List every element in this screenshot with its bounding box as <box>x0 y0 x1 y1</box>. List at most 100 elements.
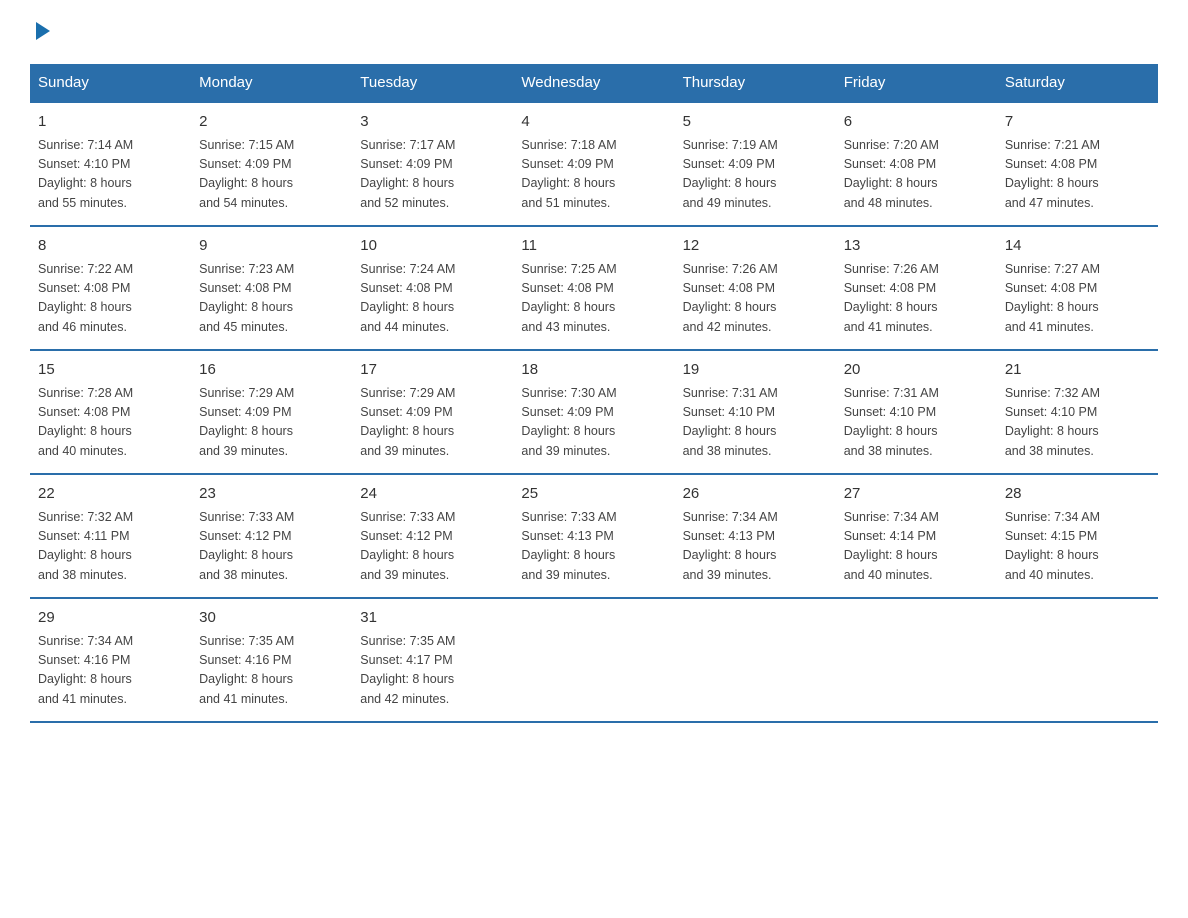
week-row-3: 15Sunrise: 7:28 AMSunset: 4:08 PMDayligh… <box>30 350 1158 474</box>
day-number: 23 <box>199 483 344 506</box>
day-number: 15 <box>38 359 183 382</box>
day-cell <box>675 598 836 722</box>
day-number: 14 <box>1005 235 1150 258</box>
day-number: 13 <box>844 235 989 258</box>
day-info: Sunrise: 7:26 AMSunset: 4:08 PMDaylight:… <box>844 260 989 338</box>
day-number: 29 <box>38 607 183 630</box>
header-cell-wednesday: Wednesday <box>513 64 674 102</box>
day-info: Sunrise: 7:34 AMSunset: 4:14 PMDaylight:… <box>844 508 989 586</box>
day-number: 19 <box>683 359 828 382</box>
day-cell: 21Sunrise: 7:32 AMSunset: 4:10 PMDayligh… <box>997 350 1158 474</box>
day-info: Sunrise: 7:35 AMSunset: 4:16 PMDaylight:… <box>199 632 344 710</box>
day-number: 8 <box>38 235 183 258</box>
day-number: 17 <box>360 359 505 382</box>
day-info: Sunrise: 7:24 AMSunset: 4:08 PMDaylight:… <box>360 260 505 338</box>
week-row-1: 1Sunrise: 7:14 AMSunset: 4:10 PMDaylight… <box>30 102 1158 226</box>
day-number: 30 <box>199 607 344 630</box>
day-cell: 8Sunrise: 7:22 AMSunset: 4:08 PMDaylight… <box>30 226 191 350</box>
day-cell: 2Sunrise: 7:15 AMSunset: 4:09 PMDaylight… <box>191 102 352 226</box>
day-number: 6 <box>844 111 989 134</box>
day-cell: 16Sunrise: 7:29 AMSunset: 4:09 PMDayligh… <box>191 350 352 474</box>
day-number: 4 <box>521 111 666 134</box>
day-cell: 22Sunrise: 7:32 AMSunset: 4:11 PMDayligh… <box>30 474 191 598</box>
day-cell: 19Sunrise: 7:31 AMSunset: 4:10 PMDayligh… <box>675 350 836 474</box>
day-cell: 17Sunrise: 7:29 AMSunset: 4:09 PMDayligh… <box>352 350 513 474</box>
calendar-table: SundayMondayTuesdayWednesdayThursdayFrid… <box>30 64 1158 723</box>
day-cell: 1Sunrise: 7:14 AMSunset: 4:10 PMDaylight… <box>30 102 191 226</box>
logo <box>30 20 66 46</box>
day-number: 18 <box>521 359 666 382</box>
day-info: Sunrise: 7:34 AMSunset: 4:13 PMDaylight:… <box>683 508 828 586</box>
day-cell: 6Sunrise: 7:20 AMSunset: 4:08 PMDaylight… <box>836 102 997 226</box>
day-info: Sunrise: 7:34 AMSunset: 4:16 PMDaylight:… <box>38 632 183 710</box>
header-cell-saturday: Saturday <box>997 64 1158 102</box>
day-cell: 20Sunrise: 7:31 AMSunset: 4:10 PMDayligh… <box>836 350 997 474</box>
day-info: Sunrise: 7:31 AMSunset: 4:10 PMDaylight:… <box>683 384 828 462</box>
day-number: 24 <box>360 483 505 506</box>
day-info: Sunrise: 7:14 AMSunset: 4:10 PMDaylight:… <box>38 136 183 214</box>
day-info: Sunrise: 7:34 AMSunset: 4:15 PMDaylight:… <box>1005 508 1150 586</box>
day-number: 27 <box>844 483 989 506</box>
day-info: Sunrise: 7:21 AMSunset: 4:08 PMDaylight:… <box>1005 136 1150 214</box>
day-info: Sunrise: 7:28 AMSunset: 4:08 PMDaylight:… <box>38 384 183 462</box>
day-cell: 4Sunrise: 7:18 AMSunset: 4:09 PMDaylight… <box>513 102 674 226</box>
day-number: 31 <box>360 607 505 630</box>
header-cell-monday: Monday <box>191 64 352 102</box>
day-info: Sunrise: 7:33 AMSunset: 4:12 PMDaylight:… <box>199 508 344 586</box>
day-number: 21 <box>1005 359 1150 382</box>
day-cell: 30Sunrise: 7:35 AMSunset: 4:16 PMDayligh… <box>191 598 352 722</box>
day-number: 26 <box>683 483 828 506</box>
day-info: Sunrise: 7:15 AMSunset: 4:09 PMDaylight:… <box>199 136 344 214</box>
day-info: Sunrise: 7:22 AMSunset: 4:08 PMDaylight:… <box>38 260 183 338</box>
day-info: Sunrise: 7:33 AMSunset: 4:12 PMDaylight:… <box>360 508 505 586</box>
day-cell <box>513 598 674 722</box>
day-info: Sunrise: 7:25 AMSunset: 4:08 PMDaylight:… <box>521 260 666 338</box>
day-number: 9 <box>199 235 344 258</box>
day-number: 11 <box>521 235 666 258</box>
day-cell: 9Sunrise: 7:23 AMSunset: 4:08 PMDaylight… <box>191 226 352 350</box>
day-cell <box>997 598 1158 722</box>
calendar-header: SundayMondayTuesdayWednesdayThursdayFrid… <box>30 64 1158 102</box>
day-cell: 23Sunrise: 7:33 AMSunset: 4:12 PMDayligh… <box>191 474 352 598</box>
day-cell: 28Sunrise: 7:34 AMSunset: 4:15 PMDayligh… <box>997 474 1158 598</box>
day-cell: 15Sunrise: 7:28 AMSunset: 4:08 PMDayligh… <box>30 350 191 474</box>
day-cell: 14Sunrise: 7:27 AMSunset: 4:08 PMDayligh… <box>997 226 1158 350</box>
day-info: Sunrise: 7:23 AMSunset: 4:08 PMDaylight:… <box>199 260 344 338</box>
header-cell-friday: Friday <box>836 64 997 102</box>
week-row-4: 22Sunrise: 7:32 AMSunset: 4:11 PMDayligh… <box>30 474 1158 598</box>
day-info: Sunrise: 7:32 AMSunset: 4:11 PMDaylight:… <box>38 508 183 586</box>
header-row: SundayMondayTuesdayWednesdayThursdayFrid… <box>30 64 1158 102</box>
day-info: Sunrise: 7:17 AMSunset: 4:09 PMDaylight:… <box>360 136 505 214</box>
day-number: 28 <box>1005 483 1150 506</box>
day-info: Sunrise: 7:29 AMSunset: 4:09 PMDaylight:… <box>199 384 344 462</box>
day-cell: 10Sunrise: 7:24 AMSunset: 4:08 PMDayligh… <box>352 226 513 350</box>
day-info: Sunrise: 7:33 AMSunset: 4:13 PMDaylight:… <box>521 508 666 586</box>
day-info: Sunrise: 7:30 AMSunset: 4:09 PMDaylight:… <box>521 384 666 462</box>
day-number: 20 <box>844 359 989 382</box>
week-row-2: 8Sunrise: 7:22 AMSunset: 4:08 PMDaylight… <box>30 226 1158 350</box>
day-cell: 12Sunrise: 7:26 AMSunset: 4:08 PMDayligh… <box>675 226 836 350</box>
day-cell: 26Sunrise: 7:34 AMSunset: 4:13 PMDayligh… <box>675 474 836 598</box>
day-number: 12 <box>683 235 828 258</box>
day-cell: 5Sunrise: 7:19 AMSunset: 4:09 PMDaylight… <box>675 102 836 226</box>
day-cell: 24Sunrise: 7:33 AMSunset: 4:12 PMDayligh… <box>352 474 513 598</box>
day-info: Sunrise: 7:20 AMSunset: 4:08 PMDaylight:… <box>844 136 989 214</box>
day-cell: 31Sunrise: 7:35 AMSunset: 4:17 PMDayligh… <box>352 598 513 722</box>
day-number: 1 <box>38 111 183 134</box>
day-number: 22 <box>38 483 183 506</box>
day-cell: 18Sunrise: 7:30 AMSunset: 4:09 PMDayligh… <box>513 350 674 474</box>
day-number: 2 <box>199 111 344 134</box>
calendar-body: 1Sunrise: 7:14 AMSunset: 4:10 PMDaylight… <box>30 102 1158 722</box>
day-number: 16 <box>199 359 344 382</box>
day-cell: 11Sunrise: 7:25 AMSunset: 4:08 PMDayligh… <box>513 226 674 350</box>
day-info: Sunrise: 7:32 AMSunset: 4:10 PMDaylight:… <box>1005 384 1150 462</box>
day-info: Sunrise: 7:29 AMSunset: 4:09 PMDaylight:… <box>360 384 505 462</box>
day-info: Sunrise: 7:35 AMSunset: 4:17 PMDaylight:… <box>360 632 505 710</box>
day-cell: 13Sunrise: 7:26 AMSunset: 4:08 PMDayligh… <box>836 226 997 350</box>
day-number: 7 <box>1005 111 1150 134</box>
day-cell <box>836 598 997 722</box>
header-cell-tuesday: Tuesday <box>352 64 513 102</box>
day-info: Sunrise: 7:27 AMSunset: 4:08 PMDaylight:… <box>1005 260 1150 338</box>
day-info: Sunrise: 7:18 AMSunset: 4:09 PMDaylight:… <box>521 136 666 214</box>
day-cell: 25Sunrise: 7:33 AMSunset: 4:13 PMDayligh… <box>513 474 674 598</box>
